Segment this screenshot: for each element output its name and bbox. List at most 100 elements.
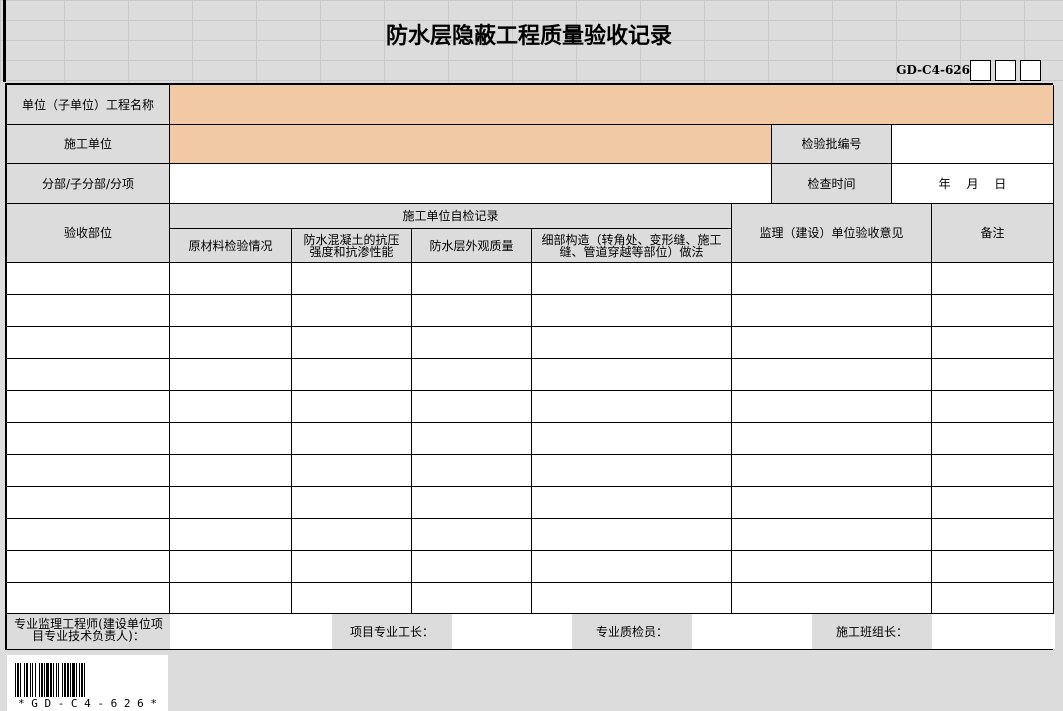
table-cell[interactable] (170, 263, 292, 295)
table-cell[interactable] (412, 423, 532, 455)
table-cell[interactable] (932, 391, 1054, 423)
table-cell[interactable] (732, 263, 932, 295)
table-cell[interactable] (732, 327, 932, 359)
table-cell[interactable] (7, 263, 170, 295)
table-cell[interactable] (170, 359, 292, 391)
table-cell[interactable] (7, 551, 170, 583)
table-cell[interactable] (412, 455, 532, 487)
table-cell[interactable] (170, 327, 292, 359)
table-cell[interactable] (932, 263, 1054, 295)
table-cell[interactable] (7, 487, 170, 519)
table-cell[interactable] (532, 263, 732, 295)
table-cell[interactable] (292, 423, 412, 455)
table-cell[interactable] (532, 327, 732, 359)
code-box-1[interactable] (970, 60, 991, 81)
inspection-time-field[interactable]: 年 月 日 (892, 164, 1054, 204)
table-cell[interactable] (292, 551, 412, 583)
table-cell[interactable] (292, 583, 412, 614)
table-cell[interactable] (292, 391, 412, 423)
table-cell[interactable] (532, 423, 732, 455)
table-cell[interactable] (412, 583, 532, 614)
table-cell[interactable] (170, 551, 292, 583)
table-cell[interactable] (170, 455, 292, 487)
table-cell[interactable] (170, 295, 292, 327)
col-header-supervision: 监理（建设）单位验收意见 (732, 204, 932, 263)
page-title: 防水层隐蔽工程质量验收记录 (385, 23, 672, 49)
division-label: 分部/子分部/分项 (7, 164, 170, 204)
foreman-signature-field[interactable] (452, 614, 572, 649)
code-box-3[interactable] (1020, 60, 1041, 81)
table-cell[interactable] (732, 583, 932, 614)
table-cell[interactable] (292, 519, 412, 551)
batch-no-field[interactable] (892, 125, 1054, 164)
engineer-signature-field[interactable] (170, 614, 332, 649)
table-cell[interactable] (292, 487, 412, 519)
table-cell[interactable] (7, 455, 170, 487)
table-cell[interactable] (532, 519, 732, 551)
table-cell[interactable] (170, 519, 292, 551)
table-cell[interactable] (732, 359, 932, 391)
code-box-2[interactable] (995, 60, 1016, 81)
table-cell[interactable] (170, 583, 292, 614)
table-cell[interactable] (412, 263, 532, 295)
table-cell[interactable] (532, 487, 732, 519)
table-cell[interactable] (532, 295, 732, 327)
table-cell[interactable] (170, 487, 292, 519)
table-cell[interactable] (932, 423, 1054, 455)
table-cell[interactable] (412, 487, 532, 519)
table-cell[interactable] (932, 519, 1054, 551)
table-cell[interactable] (412, 391, 532, 423)
table-cell[interactable] (532, 455, 732, 487)
col-group-self-check: 施工单位自检记录 (170, 204, 732, 229)
table-cell[interactable] (292, 295, 412, 327)
table-cell[interactable] (7, 295, 170, 327)
table-cell[interactable] (7, 423, 170, 455)
table-cell[interactable] (412, 327, 532, 359)
table-cell[interactable] (412, 551, 532, 583)
table-cell[interactable] (532, 583, 732, 614)
table-cell[interactable] (732, 455, 932, 487)
table-cell[interactable] (532, 551, 732, 583)
table-cell[interactable] (732, 391, 932, 423)
table-cell[interactable] (7, 359, 170, 391)
table-cell[interactable] (932, 327, 1054, 359)
table-row (7, 551, 1054, 583)
construction-unit-field[interactable] (170, 125, 772, 164)
table-cell[interactable] (292, 455, 412, 487)
table-cell[interactable] (292, 263, 412, 295)
table-cell[interactable] (412, 359, 532, 391)
table-cell[interactable] (412, 295, 532, 327)
quality-inspector-signature-field[interactable] (692, 614, 812, 649)
table-cell[interactable] (412, 519, 532, 551)
table-cell[interactable] (7, 391, 170, 423)
table-cell[interactable] (532, 391, 732, 423)
table-cell[interactable] (932, 487, 1054, 519)
table-cell[interactable] (732, 519, 932, 551)
table-cell[interactable] (292, 327, 412, 359)
table-row (7, 487, 1054, 519)
table-row (7, 359, 1054, 391)
table-row (7, 391, 1054, 423)
table-cell[interactable] (732, 295, 932, 327)
division-field[interactable] (170, 164, 772, 204)
table-cell[interactable] (532, 359, 732, 391)
table-cell[interactable] (732, 487, 932, 519)
table-cell[interactable] (7, 519, 170, 551)
team-leader-signature-field[interactable] (932, 614, 1055, 649)
table-cell[interactable] (170, 423, 292, 455)
table-cell[interactable] (7, 583, 170, 614)
engineer-label: 专业监理工程师(建设单位项目专业技术负责人)： (7, 614, 170, 649)
table-cell[interactable] (170, 391, 292, 423)
table-cell[interactable] (732, 423, 932, 455)
table-cell[interactable] (292, 359, 412, 391)
form-code: GD-C4-626 (896, 63, 970, 77)
col-header-details: 细部构造（转角处、变形缝、施工缝、管道穿越等部位）做法 (532, 229, 732, 263)
table-cell[interactable] (932, 295, 1054, 327)
unit-project-name-field[interactable] (170, 85, 1054, 125)
table-cell[interactable] (932, 583, 1054, 614)
table-cell[interactable] (932, 359, 1054, 391)
table-cell[interactable] (732, 551, 932, 583)
table-cell[interactable] (932, 551, 1054, 583)
table-cell[interactable] (7, 327, 170, 359)
table-cell[interactable] (932, 455, 1054, 487)
